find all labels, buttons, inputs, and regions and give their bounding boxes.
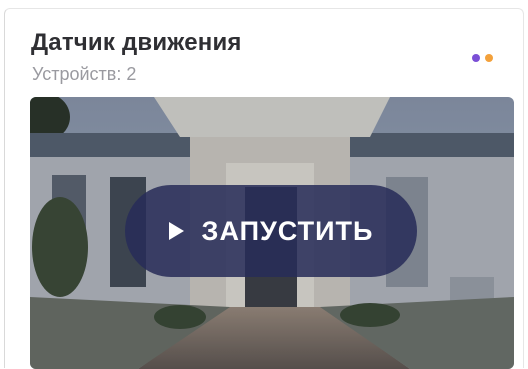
camera-preview[interactable]: ЗАПУСТИТЬ: [30, 97, 514, 369]
sensor-card[interactable]: Датчик движения Устройств: 2 ЗАПУСТИТЬ: [4, 8, 524, 369]
device-count: Устройств: 2: [32, 64, 137, 84]
start-button-label: ЗАПУСТИТЬ: [201, 215, 374, 246]
card-title: Датчик движения: [31, 29, 242, 56]
status-dot-orange: [485, 54, 493, 62]
status-dot-purple: [472, 54, 480, 62]
more-menu-icon[interactable]: [472, 54, 493, 62]
start-button[interactable]: ЗАПУСТИТЬ: [125, 185, 417, 277]
play-icon: [168, 222, 184, 240]
